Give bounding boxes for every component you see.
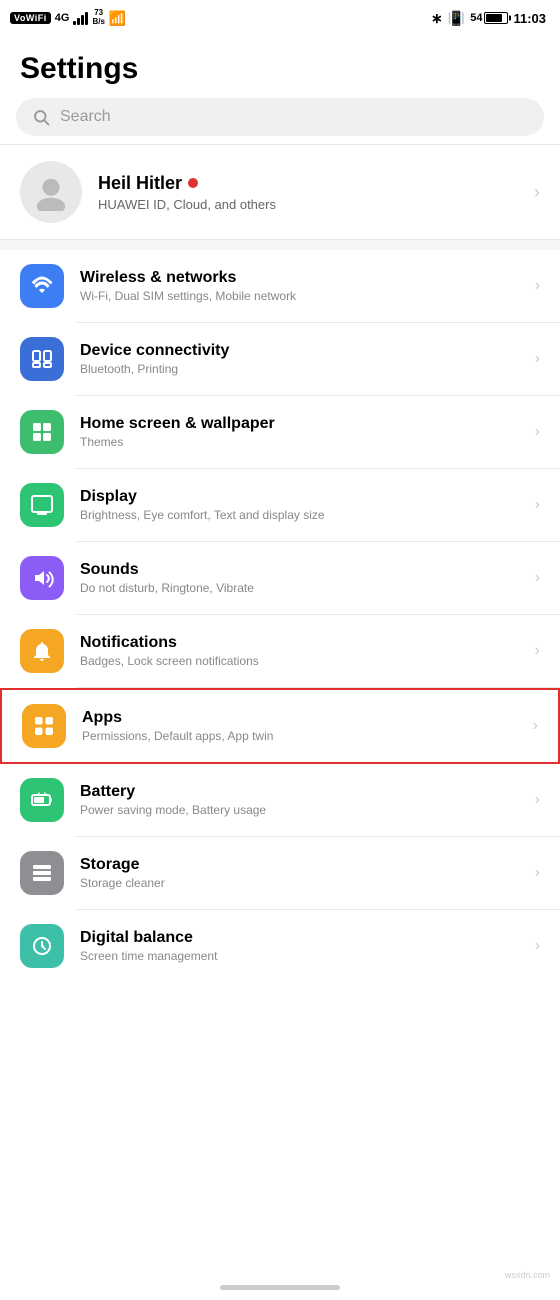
profile-subtitle: HUAWEI ID, Cloud, and others [98,197,518,212]
item-text-home-screen: Home screen & wallpaper Themes [80,415,519,449]
status-left: VoWiFi 4G 73 B/s 📶 [10,9,126,27]
profile-name: Heil Hitler [98,173,518,194]
settings-list: Wireless & networks Wi-Fi, Dual SIM setti… [0,250,560,982]
battery-indicator: 54 [470,12,508,24]
page-title: Settings [0,36,560,98]
status-bar: VoWiFi 4G 73 B/s 📶 ∗ 📳 54 11:03 [0,0,560,36]
settings-item-storage[interactable]: Storage Storage cleaner › [0,837,560,909]
item-subtitle-wireless-networks: Wi-Fi, Dual SIM settings, Mobile network [80,289,519,303]
item-title-home-screen: Home screen & wallpaper [80,415,519,433]
digital-icon [20,924,64,968]
settings-item-digital-balance[interactable]: Digital balance Screen time management › [0,910,560,982]
item-text-sounds: Sounds Do not disturb, Ringtone, Vibrate [80,561,519,595]
network-speed: 73 B/s [92,9,104,27]
section-gap [0,240,560,250]
item-chevron-sounds: › [535,569,540,587]
online-dot [188,178,198,188]
settings-item-battery[interactable]: Battery Power saving mode, Battery usage › [0,764,560,836]
item-title-wireless-networks: Wireless & networks [80,269,519,287]
item-subtitle-storage: Storage cleaner [80,876,519,890]
item-text-display: Display Brightness, Eye comfort, Text and… [80,488,519,522]
notifications-icon [20,629,64,673]
item-text-apps: Apps Permissions, Default apps, App twin [82,709,517,743]
home-icon [20,410,64,454]
sounds-icon [20,556,64,600]
item-chevron-apps: › [533,717,538,735]
item-chevron-display: › [535,496,540,514]
battery-icon [20,778,64,822]
network-type: 4G [55,12,70,24]
item-chevron-notifications: › [535,642,540,660]
settings-item-apps[interactable]: Apps Permissions, Default apps, App twin › [0,688,560,764]
display-icon [20,483,64,527]
item-subtitle-battery: Power saving mode, Battery usage [80,803,519,817]
wifi-icon: 📶 [109,10,126,27]
item-text-battery: Battery Power saving mode, Battery usage [80,783,519,817]
watermark: wsxdn.com [505,1270,550,1280]
item-subtitle-notifications: Badges, Lock screen notifications [80,654,519,668]
item-title-display: Display [80,488,519,506]
status-right: ∗ 📳 54 11:03 [431,10,546,27]
settings-item-home-screen[interactable]: Home screen & wallpaper Themes › [0,396,560,468]
item-subtitle-sounds: Do not disturb, Ringtone, Vibrate [80,581,519,595]
clock: 11:03 [513,11,546,26]
item-chevron-wireless-networks: › [535,277,540,295]
person-icon [32,173,70,211]
signal-bars [73,11,88,25]
apps-icon [22,704,66,748]
item-title-storage: Storage [80,856,519,874]
device-icon [20,337,64,381]
vowifi-indicator: VoWiFi [10,12,51,24]
search-bar[interactable]: Search [16,98,544,136]
search-placeholder: Search [60,108,111,126]
bluetooth-icon: ∗ [431,10,443,27]
avatar [20,161,82,223]
vibrate-icon: 📳 [448,10,465,27]
storage-icon [20,851,64,895]
wifi-icon [20,264,64,308]
item-chevron-device-connectivity: › [535,350,540,368]
item-title-device-connectivity: Device connectivity [80,342,519,360]
settings-item-notifications[interactable]: Notifications Badges, Lock screen notific… [0,615,560,687]
profile-row[interactable]: Heil Hitler HUAWEI ID, Cloud, and others… [0,145,560,240]
settings-item-sounds[interactable]: Sounds Do not disturb, Ringtone, Vibrate › [0,542,560,614]
battery-fill [486,14,502,22]
profile-info: Heil Hitler HUAWEI ID, Cloud, and others [98,173,518,212]
item-text-device-connectivity: Device connectivity Bluetooth, Printing [80,342,519,376]
battery-level: 54 [470,12,482,24]
item-subtitle-digital-balance: Screen time management [80,949,519,963]
settings-item-wireless-networks[interactable]: Wireless & networks Wi-Fi, Dual SIM setti… [0,250,560,322]
item-title-digital-balance: Digital balance [80,929,519,947]
item-text-storage: Storage Storage cleaner [80,856,519,890]
item-subtitle-device-connectivity: Bluetooth, Printing [80,362,519,376]
item-text-digital-balance: Digital balance Screen time management [80,929,519,963]
search-icon [32,108,50,126]
item-chevron-digital-balance: › [535,937,540,955]
item-text-wireless-networks: Wireless & networks Wi-Fi, Dual SIM setti… [80,269,519,303]
settings-item-display[interactable]: Display Brightness, Eye comfort, Text and… [0,469,560,541]
item-chevron-battery: › [535,791,540,809]
item-title-sounds: Sounds [80,561,519,579]
item-title-notifications: Notifications [80,634,519,652]
item-chevron-storage: › [535,864,540,882]
settings-item-device-connectivity[interactable]: Device connectivity Bluetooth, Printing › [0,323,560,395]
item-chevron-home-screen: › [535,423,540,441]
item-subtitle-home-screen: Themes [80,435,519,449]
home-bar[interactable] [220,1285,340,1290]
profile-chevron: › [534,182,540,203]
item-subtitle-display: Brightness, Eye comfort, Text and displa… [80,508,519,522]
item-subtitle-apps: Permissions, Default apps, App twin [82,729,517,743]
item-text-notifications: Notifications Badges, Lock screen notific… [80,634,519,668]
item-title-apps: Apps [82,709,517,727]
battery-box [484,12,508,24]
item-title-battery: Battery [80,783,519,801]
